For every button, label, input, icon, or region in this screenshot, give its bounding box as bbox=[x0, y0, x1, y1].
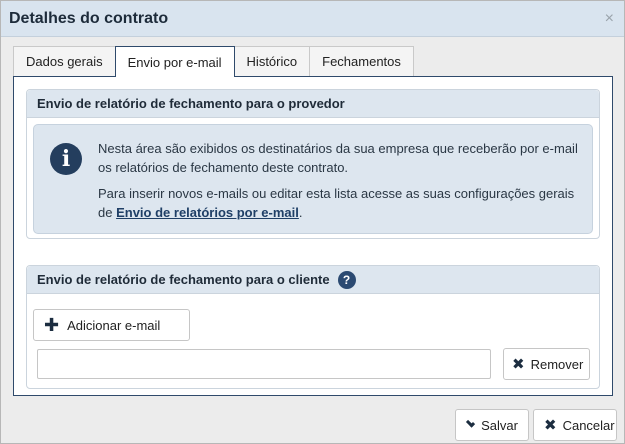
client-section-header: Envio de relatório de fechamento para o … bbox=[27, 266, 599, 294]
client-section: Envio de relatório de fechamento para o … bbox=[26, 265, 600, 389]
check-icon bbox=[465, 418, 476, 428]
email-reports-settings-link[interactable]: Envio de relatórios por e-mail bbox=[116, 205, 299, 220]
info-paragraph-2: Para inserir novos e-mails ou editar est… bbox=[98, 184, 578, 222]
close-icon: ✖ bbox=[512, 356, 525, 373]
info-icon: i bbox=[50, 143, 82, 175]
question-circle-icon[interactable]: ? bbox=[337, 270, 356, 289]
tab-bar: Dados gerais Envio por e-mail Histórico … bbox=[13, 46, 414, 77]
provider-section-title: Envio de relatório de fechamento para o … bbox=[27, 90, 599, 118]
tab-historico[interactable]: Histórico bbox=[233, 46, 311, 76]
cancel-button-label: Cancelar bbox=[562, 417, 615, 433]
tab-panel-envio-por-email: Envio de relatório de fechamento para o … bbox=[13, 76, 613, 396]
remove-email-button[interactable]: ✖ Remover bbox=[503, 348, 590, 380]
plus-icon: ✚ bbox=[44, 314, 60, 335]
close-icon: ✖ bbox=[544, 417, 557, 434]
client-section-title: Envio de relatório de fechamento para o … bbox=[37, 272, 330, 287]
tab-envio-por-email[interactable]: Envio por e-mail bbox=[114, 46, 235, 77]
client-email-input[interactable] bbox=[37, 349, 491, 379]
tab-fechamentos[interactable]: Fechamentos bbox=[309, 46, 414, 76]
remove-button-label: Remover bbox=[530, 356, 584, 372]
cancel-button[interactable]: ✖ Cancelar bbox=[533, 409, 617, 441]
save-button[interactable]: Salvar bbox=[455, 409, 529, 441]
dialog-titlebar: Detalhes do contrato × bbox=[1, 1, 624, 37]
add-email-button-label: Adicionar e-mail bbox=[67, 317, 161, 333]
add-email-button[interactable]: ✚ Adicionar e-mail bbox=[33, 309, 190, 341]
close-icon[interactable]: × bbox=[605, 10, 614, 27]
info-paragraph-2-suffix: . bbox=[298, 205, 303, 220]
provider-section: Envio de relatório de fechamento para o … bbox=[26, 89, 600, 239]
info-paragraph-1: Nesta área são exibidos os destinatários… bbox=[98, 141, 578, 175]
info-box: i Nesta área são exibidos os destinatári… bbox=[33, 124, 593, 234]
dialog-title: Detalhes do contrato bbox=[9, 9, 169, 27]
tab-dados-gerais[interactable]: Dados gerais bbox=[13, 46, 116, 76]
contract-details-dialog: Detalhes do contrato × Dados gerais Envi… bbox=[0, 0, 625, 444]
save-button-label: Salvar bbox=[481, 417, 518, 433]
